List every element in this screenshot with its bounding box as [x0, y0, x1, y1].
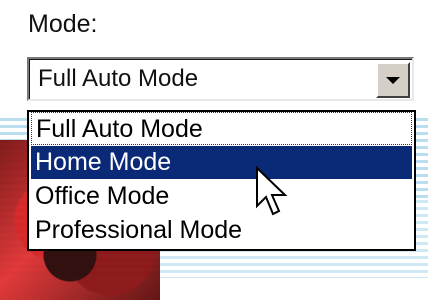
mouse-pointer-icon [256, 166, 288, 216]
dropdown-toggle-button[interactable] [376, 62, 410, 98]
mode-selected-value: Full Auto Mode [38, 65, 199, 92]
option-professional-mode[interactable]: Professional Mode [31, 214, 412, 247]
mode-dropdown[interactable]: Full Auto Mode [27, 57, 414, 101]
option-full-auto-mode[interactable]: Full Auto Mode [31, 112, 412, 145]
mode-label: Mode: [28, 10, 98, 38]
chevron-down-icon [386, 77, 400, 84]
option-home-mode[interactable]: Home Mode [31, 146, 412, 179]
mode-dropdown-field[interactable]: Full Auto Mode [29, 59, 412, 99]
option-office-mode[interactable]: Office Mode [31, 180, 412, 213]
mode-options-list[interactable]: Full Auto Mode Home Mode Office Mode Pro… [27, 110, 416, 251]
